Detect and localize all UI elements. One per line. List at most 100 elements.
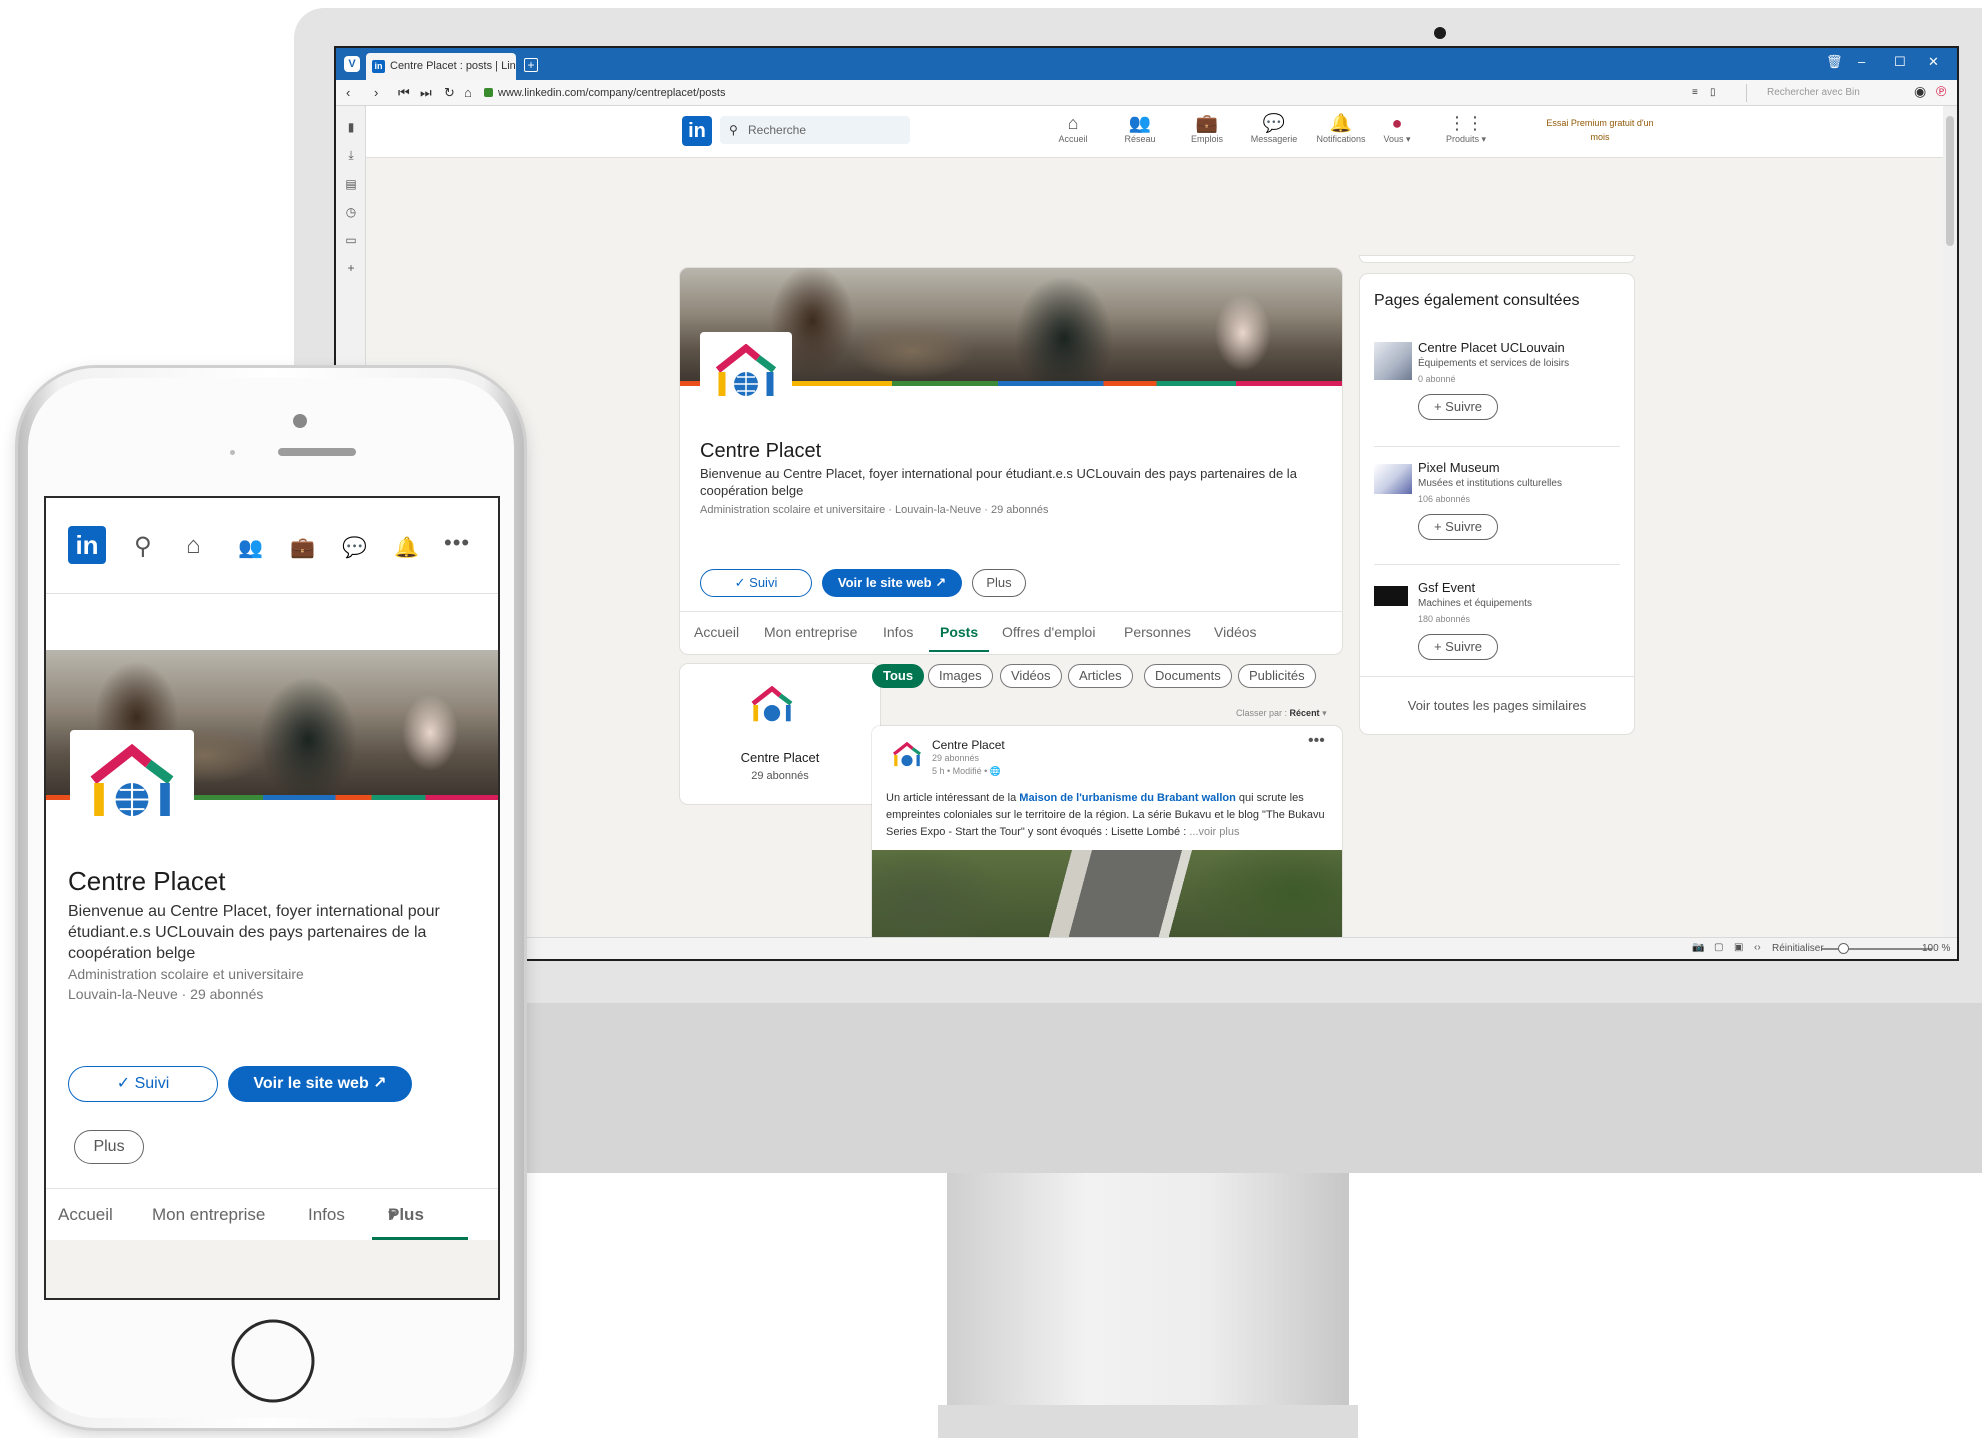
home-icon[interactable]: ⌂	[186, 532, 201, 560]
post-link[interactable]: Maison de l'urbanisme du Brabant wallon	[1019, 792, 1236, 804]
pinterest-icon[interactable]: ℗	[1936, 83, 1946, 99]
bell-icon[interactable]: 🔔	[394, 535, 419, 560]
capture-icon[interactable]: 📷	[1692, 942, 1704, 953]
more-button[interactable]: Plus	[972, 569, 1026, 597]
trash-icon[interactable]: 🗑	[1826, 54, 1843, 70]
linkedin-search-input[interactable]: ⚲ Recherche	[720, 116, 910, 144]
zoom-slider-handle[interactable]	[1838, 943, 1849, 954]
post-author[interactable]: Centre Placet	[932, 738, 1005, 752]
more-icon[interactable]: •••	[444, 530, 470, 556]
page-scrollbar[interactable]	[1943, 106, 1957, 941]
followed-button[interactable]: ✓ Suivi	[68, 1066, 218, 1102]
filter-documents[interactable]: Documents	[1144, 664, 1232, 688]
nav-label: Produits	[1445, 134, 1479, 144]
sensor	[230, 450, 235, 455]
filter-ads[interactable]: Publicités	[1238, 664, 1316, 688]
post-menu-icon[interactable]: •••	[1308, 732, 1325, 750]
filter-articles[interactable]: Articles	[1068, 664, 1133, 688]
home-icon[interactable]: ⌂	[464, 85, 472, 100]
nav-messaging[interactable]: 💬 Messagerie	[1242, 112, 1306, 144]
tab-posts[interactable]: Posts	[940, 624, 978, 640]
reset-zoom[interactable]: Réinitialiser	[1772, 943, 1824, 954]
minimize-icon[interactable]: –	[1858, 54, 1865, 69]
maximize-icon[interactable]: ☐	[1894, 54, 1906, 70]
nav-label: Accueil	[1058, 134, 1088, 144]
company-mini-card: Centre Placet 29 abonnés	[680, 664, 880, 804]
tab-mon-entreprise[interactable]: Mon entreprise	[152, 1205, 265, 1225]
filter-all[interactable]: Tous	[872, 664, 925, 688]
rewind-icon[interactable]: ⏮	[398, 85, 410, 101]
speaker-grille	[278, 448, 356, 456]
nav-products[interactable]: ⋮⋮ Produits ▾	[1434, 112, 1498, 145]
tiling-icon[interactable]: ▢	[1714, 942, 1723, 953]
new-tab-icon[interactable]: +	[524, 58, 538, 72]
followed-button[interactable]: ✓ Suivi	[700, 569, 812, 597]
linkedin-logo-icon[interactable]: in	[682, 116, 712, 146]
home-button-icon[interactable]	[230, 1318, 316, 1404]
page-thumb[interactable]	[1374, 464, 1412, 494]
follow-button[interactable]: + Suivre	[1418, 514, 1498, 540]
follow-button[interactable]: + Suivre	[1418, 634, 1498, 660]
code-icon[interactable]: ‹›	[1754, 942, 1761, 953]
image-icon[interactable]: ▣	[1734, 942, 1743, 953]
bell-icon: 🔔	[1329, 113, 1353, 133]
premium-link[interactable]: Essai Premium gratuit d'un mois	[1541, 116, 1659, 144]
follow-button[interactable]: + Suivre	[1418, 394, 1498, 420]
page-thumb[interactable]	[1374, 342, 1412, 380]
search-icon[interactable]: ⚲	[134, 532, 152, 561]
filter-videos[interactable]: Vidéos	[1000, 664, 1062, 688]
tab-offres-emploi[interactable]: Offres d'emploi	[1002, 624, 1095, 640]
see-more-link[interactable]: ...voir plus	[1189, 826, 1239, 838]
author-avatar[interactable]	[892, 742, 922, 768]
mini-followers: 29 abonnés	[751, 770, 809, 782]
bookmark-icon[interactable]: ▯	[1710, 87, 1716, 98]
vivaldi-icon[interactable]: V	[344, 56, 360, 72]
notes-icon[interactable]: ▤	[336, 177, 366, 191]
tab-personnes[interactable]: Personnes	[1124, 624, 1191, 640]
reload-icon[interactable]: ↻	[444, 85, 455, 101]
nav-me[interactable]: ● Vous ▾	[1370, 112, 1424, 145]
scroll-thumb[interactable]	[1946, 116, 1954, 246]
mobile-tab-row: Accueil Mon entreprise Infos Plus ▾	[46, 1189, 498, 1241]
filter-images[interactable]: Images	[928, 664, 993, 688]
url-text[interactable]: www.linkedin.com/company/centreplacet/po…	[498, 87, 725, 99]
forward-icon[interactable]: ›	[374, 85, 378, 100]
similar-page-name[interactable]: Centre Placet UCLouvain	[1418, 340, 1565, 355]
nav-home[interactable]: ⌂ Accueil	[1041, 112, 1105, 144]
reader-icon[interactable]: ≡	[1692, 87, 1698, 98]
tab-mon-entreprise[interactable]: Mon entreprise	[764, 624, 857, 640]
nav-notifications[interactable]: 🔔 Notifications	[1309, 112, 1373, 144]
profile-icon[interactable]: ◉	[1914, 83, 1926, 100]
tab-infos[interactable]: Infos	[308, 1205, 345, 1225]
back-icon[interactable]: ‹	[346, 85, 350, 100]
add-panel-icon[interactable]: +	[336, 261, 366, 275]
see-all-similar-link[interactable]: Voir toutes les pages similaires	[1360, 698, 1634, 713]
people-icon[interactable]: 👥	[238, 535, 263, 560]
tab-accueil[interactable]: Accueil	[58, 1205, 113, 1225]
briefcase-icon[interactable]: 💼	[290, 535, 315, 560]
fast-forward-icon[interactable]: ⏭	[420, 85, 432, 101]
browser-search-input[interactable]: Rechercher avec Bin	[1746, 84, 1896, 102]
mini-company-name[interactable]: Centre Placet	[680, 750, 880, 765]
tab-accueil[interactable]: Accueil	[694, 624, 739, 640]
tab-infos[interactable]: Infos	[883, 624, 913, 640]
page-thumb[interactable]	[1374, 586, 1408, 606]
website-button[interactable]: Voir le site web ↗	[228, 1066, 412, 1102]
more-button[interactable]: Plus	[74, 1130, 144, 1164]
similar-page-name[interactable]: Gsf Event	[1418, 580, 1475, 595]
tab-videos[interactable]: Vidéos	[1214, 624, 1257, 640]
nav-jobs[interactable]: 💼 Emplois	[1175, 112, 1239, 144]
sort-control[interactable]: Classer par : Récent ▾	[1236, 708, 1327, 719]
similar-page-name[interactable]: Pixel Museum	[1418, 460, 1500, 475]
downloads-icon[interactable]: ⤓	[336, 148, 366, 163]
close-icon[interactable]: ✕	[1928, 54, 1939, 70]
window-panel-icon[interactable]: ▭	[336, 233, 366, 247]
bookmarks-icon[interactable]: ▮	[336, 120, 366, 134]
website-button[interactable]: Voir le site web ↗	[822, 569, 962, 597]
linkedin-logo-icon[interactable]: in	[68, 526, 106, 564]
browser-tab[interactable]: in Centre Placet : posts | LinkedIn	[366, 53, 516, 80]
message-icon[interactable]: 💬	[342, 535, 367, 560]
tab-divider	[680, 611, 1342, 612]
history-icon[interactable]: ◷	[336, 205, 366, 219]
nav-network[interactable]: 👥 Réseau	[1108, 112, 1172, 144]
